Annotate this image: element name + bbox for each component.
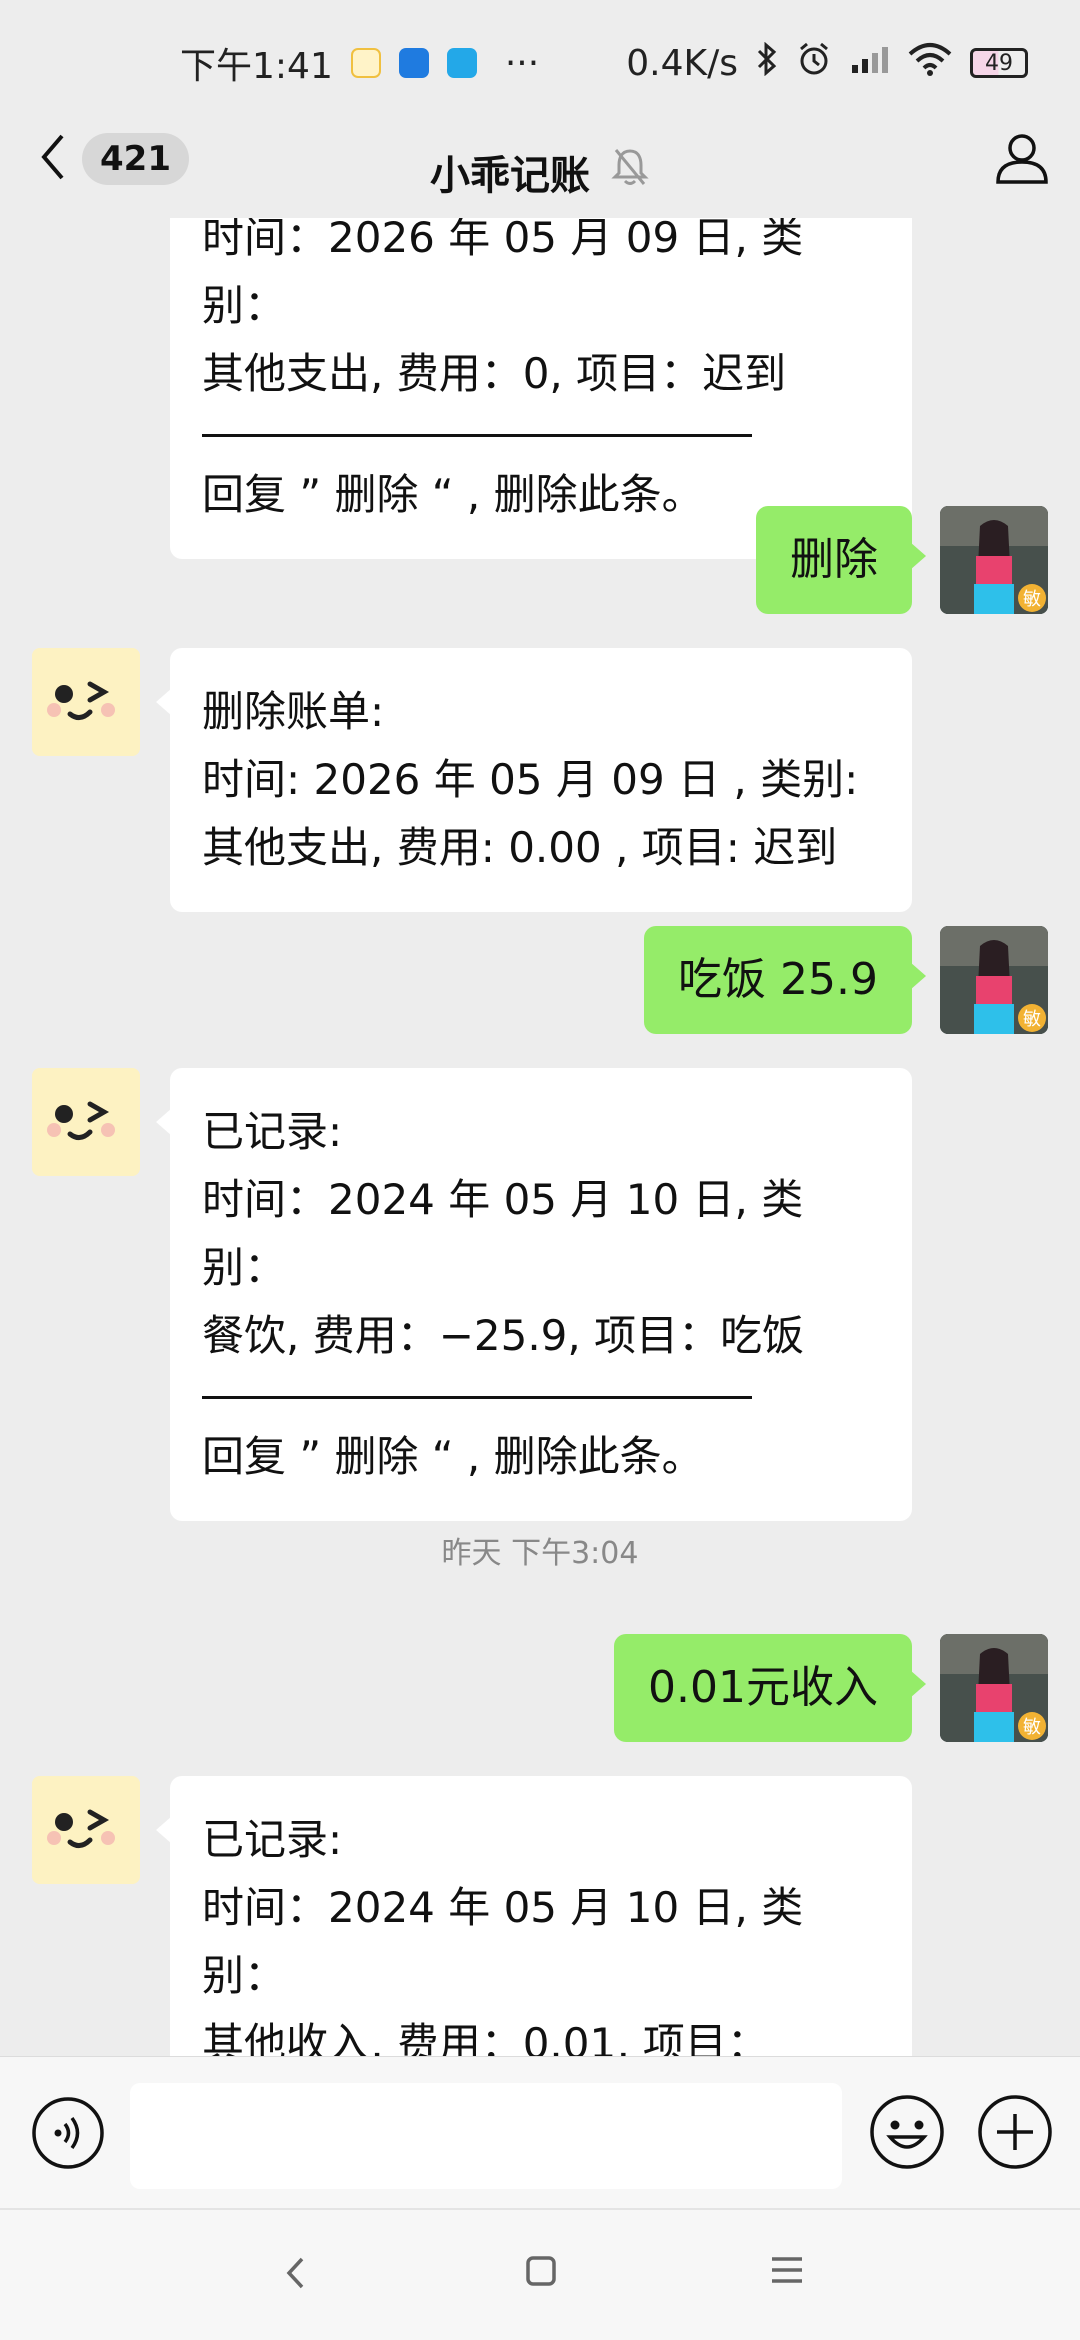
message-line: 时间：2024 年 05 月 10 日, 类别： <box>202 1883 804 2000</box>
wink-face-icon <box>32 648 140 756</box>
status-bar-right: 0.4K/s 49 <box>626 41 1028 86</box>
chat-info-button[interactable] <box>994 130 1050 190</box>
mute-bell-icon <box>610 146 650 198</box>
unread-count-badge: 421 <box>82 133 189 185</box>
message-line: 时间: 2026 年 05 月 09 日 , 类别: <box>202 755 859 804</box>
chat-message-list[interactable]: 时间：2026 年 05 月 09 日, 类别： 其他支出, 费用：0, 项目：… <box>0 218 1080 2056</box>
user-avatar[interactable]: 敏 <box>940 1634 1048 1742</box>
voice-icon <box>30 2097 106 2175</box>
user-avatar[interactable]: 敏 <box>940 926 1048 1034</box>
user-message-bubble[interactable]: 吃饭 25.9 <box>644 926 926 1034</box>
status-time: 下午1:41 <box>180 46 333 87</box>
battery-level: 49 <box>985 50 1013 76</box>
bot-message-bubble[interactable]: 已记录: 时间：2024 年 05 月 10 日, 类别： 其他收入, 费用：0… <box>156 1776 912 2056</box>
user-badge: 敏 <box>1023 1009 1041 1030</box>
user-avatar-image: 敏 <box>940 1634 1048 1742</box>
emoji-button[interactable] <box>868 2093 946 2175</box>
message-line: 其他收入, 费用：0.01, 项目： <box>202 2019 769 2056</box>
wink-face-icon <box>32 1068 140 1176</box>
user-avatar-image: 敏 <box>940 926 1048 1034</box>
signal-icon <box>850 43 890 84</box>
user-badge: 敏 <box>1023 1717 1041 1738</box>
message-input[interactable] <box>130 2083 842 2189</box>
user-badge: 敏 <box>1023 589 1041 610</box>
user-avatar-image: 敏 <box>940 506 1048 614</box>
message-header: 已记录: <box>202 1107 343 1156</box>
chat-title: 小乖记账 <box>430 143 650 201</box>
more-notifications: ··· <box>504 42 540 84</box>
message-line: 餐饮, 费用：−25.9, 项目：吃饭 <box>202 1311 805 1360</box>
system-navigation-bar <box>0 2208 1080 2340</box>
chat-header: 421 小乖记账 <box>0 126 1080 218</box>
message-line: 其他支出, 费用：0, 项目：迟到 <box>202 349 787 398</box>
more-functions-button[interactable] <box>976 2093 1054 2175</box>
message-input-bar <box>0 2056 1080 2209</box>
wink-face-icon <box>32 1776 140 1884</box>
net-speed: 0.4K/s <box>626 42 738 84</box>
message-text: 吃饭 25.9 <box>678 954 878 1005</box>
chat-title-text: 小乖记账 <box>430 153 590 199</box>
message-line: 时间：2026 年 05 月 09 日, 类别： <box>202 218 804 330</box>
bot-avatar[interactable] <box>32 648 140 756</box>
back-chevron-icon <box>38 132 68 186</box>
emoji-icon <box>868 2095 946 2175</box>
system-back-icon <box>284 2257 308 2294</box>
bot-avatar[interactable] <box>32 1776 140 1884</box>
user-message-bubble[interactable]: 删除 <box>756 506 926 614</box>
system-menu-icon <box>770 2257 804 2288</box>
app-icon-yellow <box>350 48 381 78</box>
message-header: 删除账单: <box>202 687 385 736</box>
system-recents-button[interactable] <box>770 2256 804 2288</box>
message-text: 删除 <box>790 534 878 585</box>
bot-avatar[interactable] <box>32 1068 140 1176</box>
user-avatar[interactable]: 敏 <box>940 506 1048 614</box>
system-back-button[interactable] <box>284 2256 308 2294</box>
message-header: 已记录: <box>202 1815 343 1864</box>
status-bar: 下午1:41 ··· 0.4K/s 49 <box>0 0 1080 126</box>
message-divider <box>202 434 752 437</box>
battery-icon: 49 <box>970 48 1028 78</box>
app-icon-blue <box>398 48 429 78</box>
system-home-button[interactable] <box>526 2256 556 2290</box>
status-bar-left: 下午1:41 ··· <box>180 37 539 89</box>
back-button[interactable]: 421 <box>38 132 189 186</box>
message-text: 0.01元收入 <box>648 1662 878 1713</box>
message-line: 其他支出, 费用: 0.00 , 项目: 迟到 <box>202 823 838 872</box>
message-reply-hint: 回复 ” 删除 “ , 删除此条。 <box>202 1432 704 1481</box>
bot-message-bubble[interactable]: 已记录: 时间：2024 年 05 月 10 日, 类别： 餐饮, 费用：−25… <box>156 1068 912 1521</box>
alarm-icon <box>796 41 832 86</box>
voice-input-button[interactable] <box>30 2095 106 2175</box>
message-divider <box>202 1396 752 1399</box>
chat-timestamp: 昨天 下午3:04 <box>441 1536 639 1571</box>
user-message-bubble[interactable]: 0.01元收入 <box>614 1634 926 1742</box>
plus-icon <box>976 2095 1054 2175</box>
message-line: 时间：2024 年 05 月 10 日, 类别： <box>202 1175 804 1292</box>
app-icon-clapper <box>446 48 477 78</box>
bot-message-bubble[interactable]: 删除账单: 时间: 2026 年 05 月 09 日 , 类别: 其他支出, 费… <box>156 648 912 912</box>
profile-icon <box>994 134 1050 190</box>
bluetooth-icon <box>756 41 778 85</box>
wifi-icon <box>908 42 952 85</box>
system-home-icon <box>526 2256 556 2290</box>
